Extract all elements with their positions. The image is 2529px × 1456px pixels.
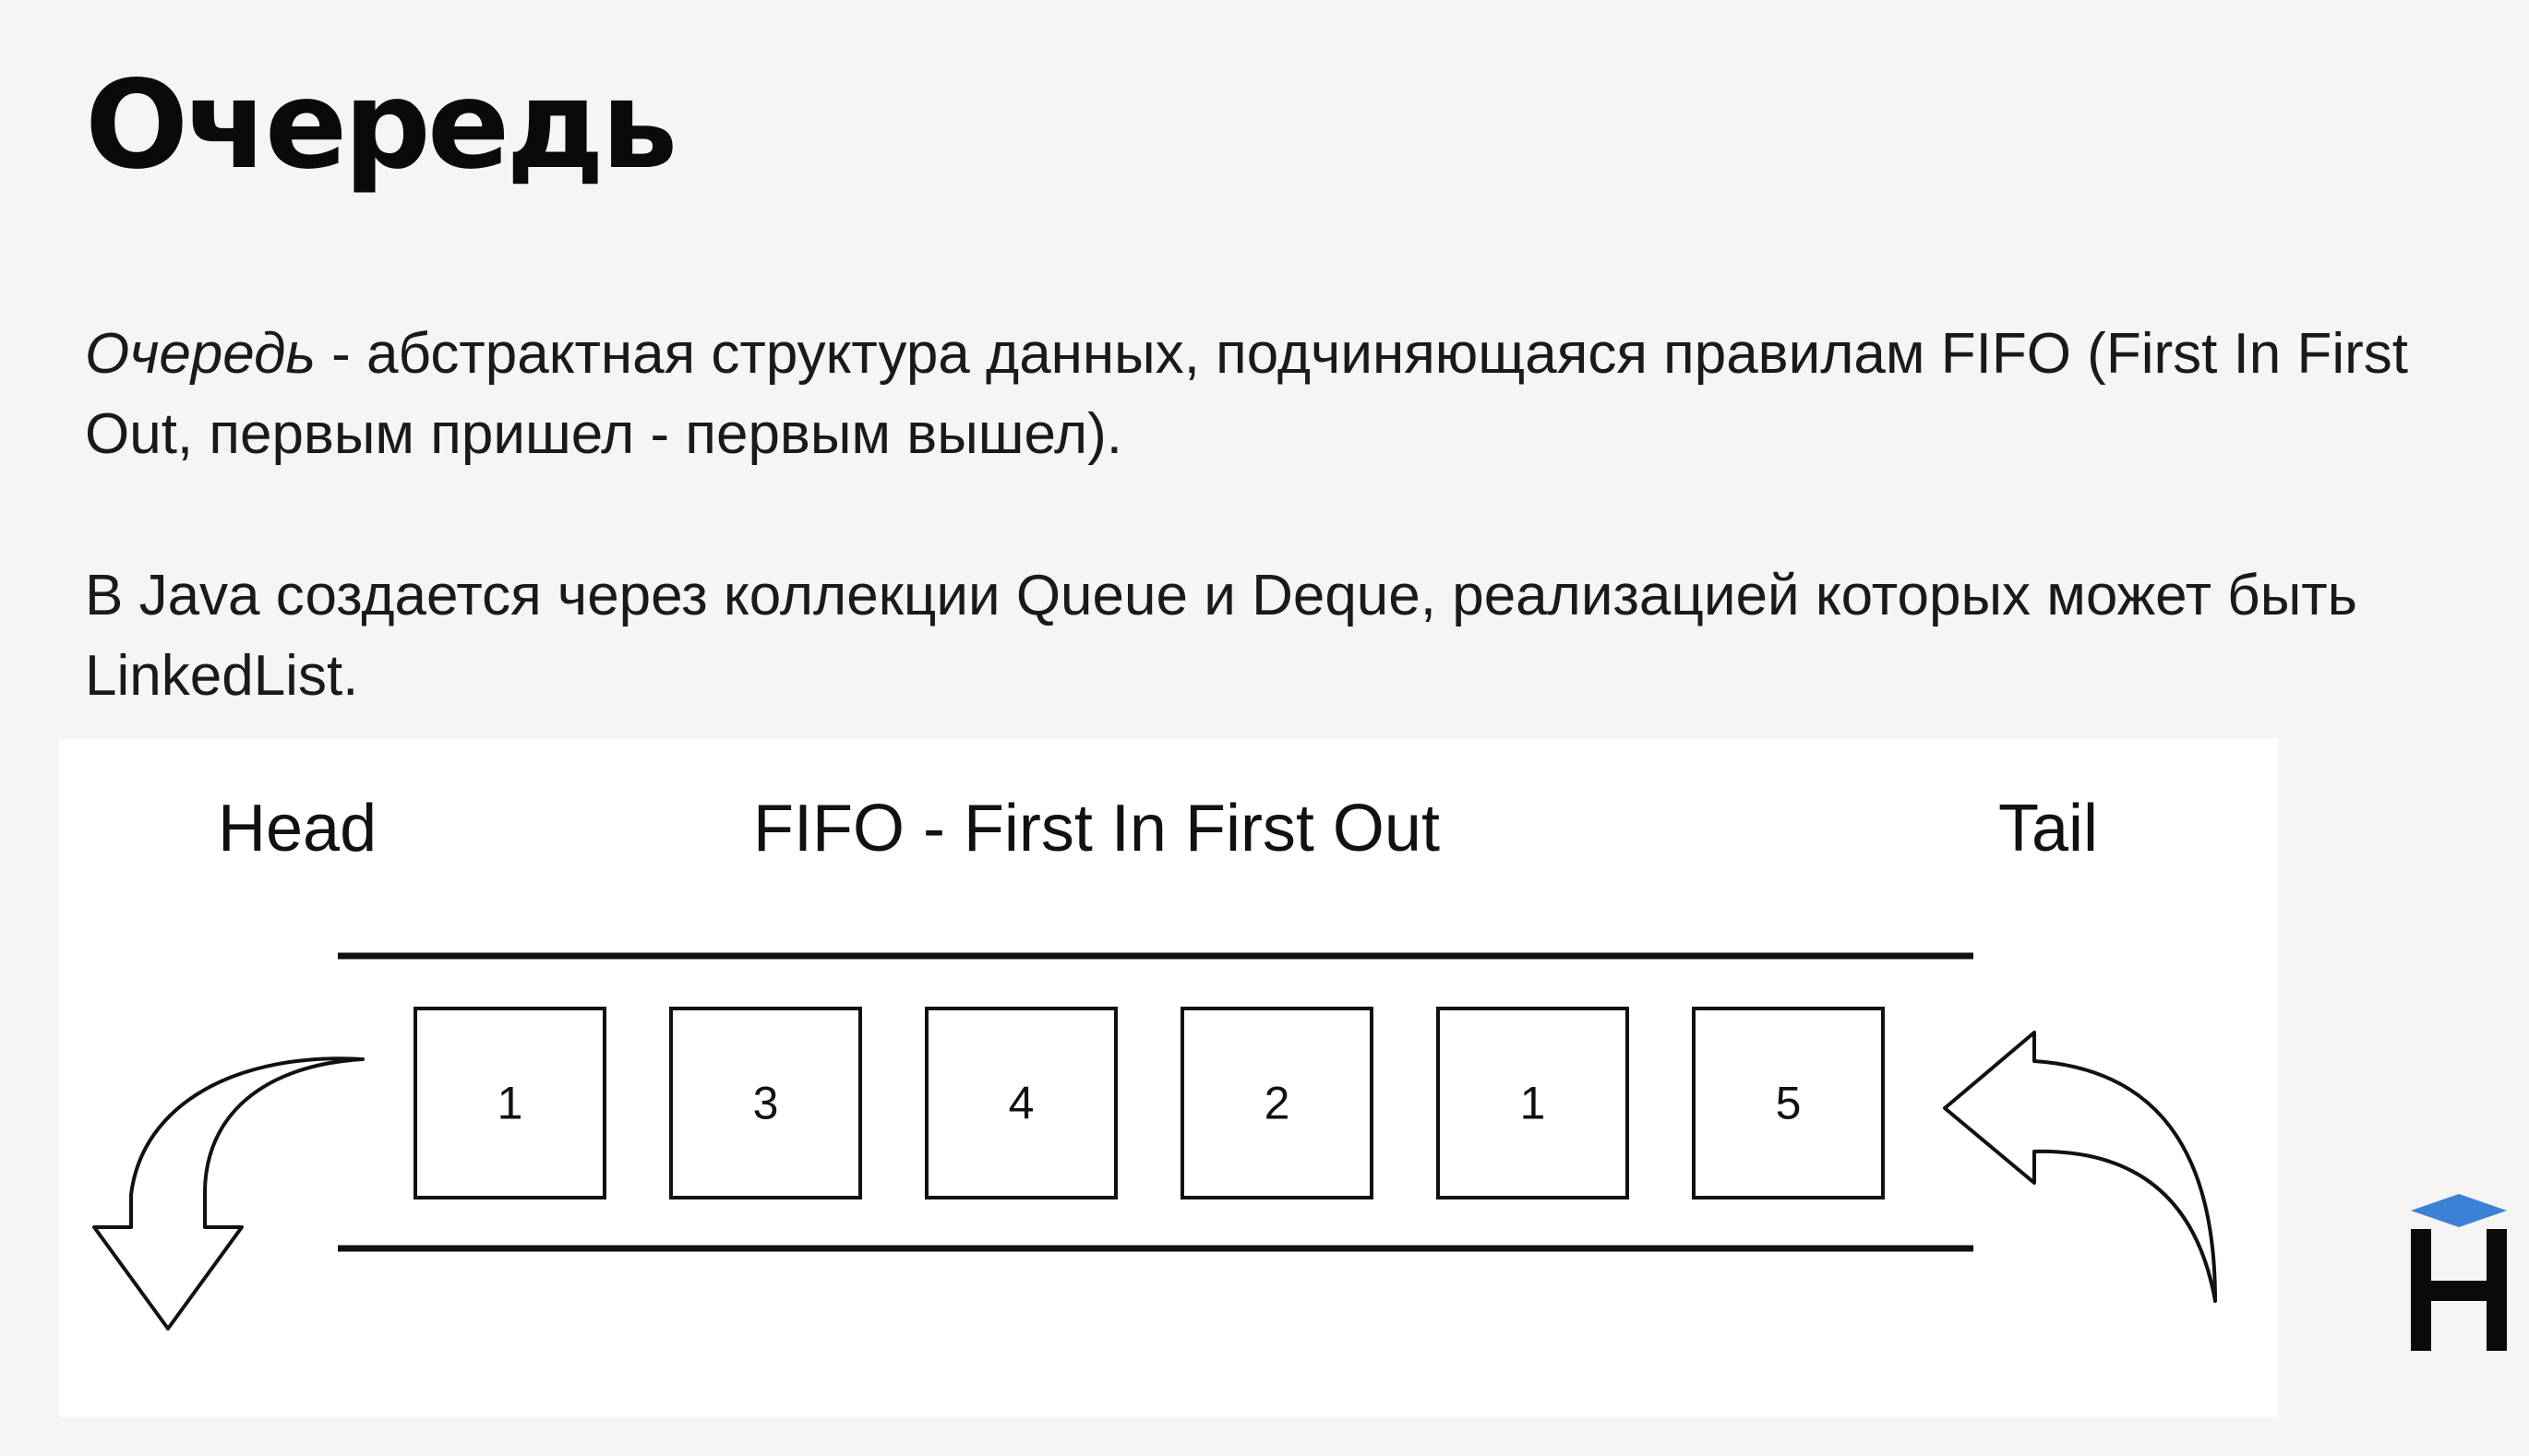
queue-cell: 2 <box>1181 1007 1373 1199</box>
diagram-title: FIFO - First In First Out <box>753 792 1440 865</box>
queue-cell-value: 3 <box>753 1078 779 1129</box>
queue-cell-value: 1 <box>497 1078 523 1129</box>
h-logo-icon <box>2411 1194 2507 1351</box>
queue-cell: 4 <box>925 1007 1118 1199</box>
slide-title: Очередь <box>85 54 677 197</box>
queue-cell-value: 2 <box>1264 1078 1290 1129</box>
definition-paragraph: Очередь - абстрактная структура данных, … <box>85 314 2466 474</box>
curved-arrow-left-icon <box>1943 1031 2217 1303</box>
definition-text: - абстрактная структура данных, подчиняю… <box>85 322 2409 466</box>
fifo-diagram-svg: Head FIFO - First In First Out Tail 1 3 4 2… <box>92 792 2217 1331</box>
queue-cell-value: 5 <box>1776 1078 1802 1129</box>
queue-cell: 5 <box>1692 1007 1885 1199</box>
curved-arrow-down-left-icon <box>92 1056 365 1331</box>
queue-cell-value: 1 <box>1520 1078 1546 1129</box>
java-paragraph: В Java создается через коллекции Queue и… <box>85 564 2357 708</box>
queue-cells: 1 3 4 2 1 5 <box>414 1007 1885 1199</box>
fifo-diagram: Head FIFO - First In First Out Tail 1 3 4 2… <box>59 738 2278 1417</box>
queue-cell: 1 <box>414 1007 606 1199</box>
head-label: Head <box>218 792 377 865</box>
definition-term: Очередь <box>85 322 316 386</box>
tail-label: Tail <box>1998 792 2098 865</box>
queue-cell: 3 <box>669 1007 862 1199</box>
queue-cell-value: 4 <box>1009 1078 1035 1129</box>
queue-cell: 1 <box>1436 1007 1629 1199</box>
